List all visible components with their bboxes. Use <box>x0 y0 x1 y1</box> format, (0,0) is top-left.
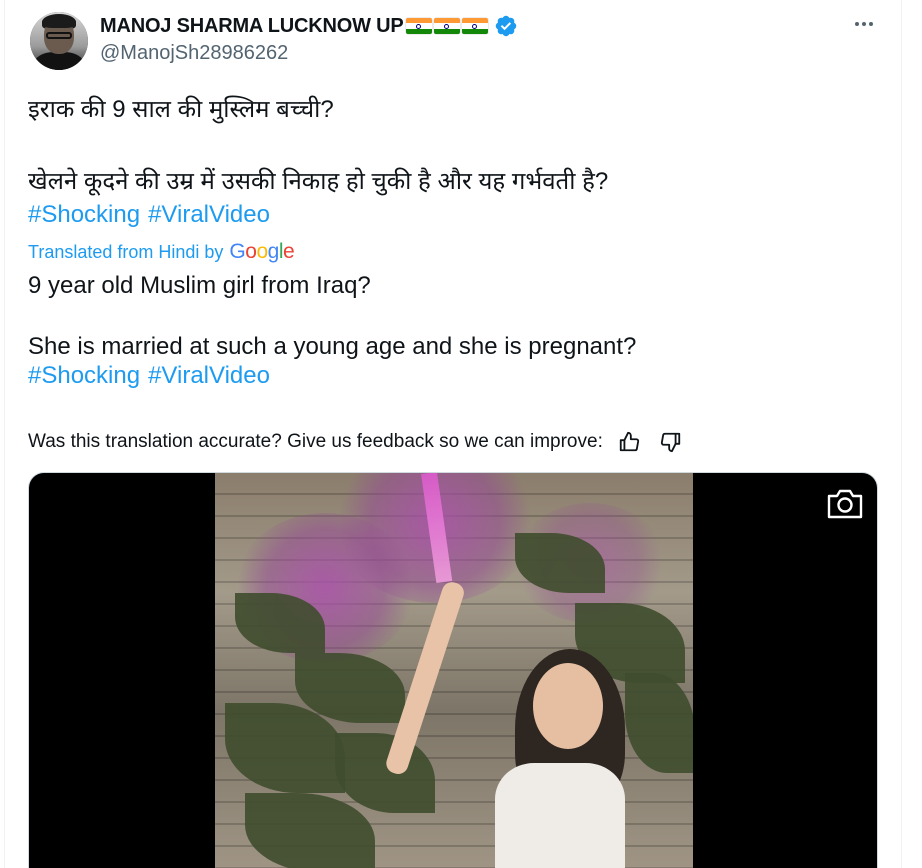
tweet-original-line-1: इराक की 9 साल की मुस्लिम बच्ची? <box>28 96 334 123</box>
tweet-translated-line-2: She is married at such a young age and s… <box>28 333 637 360</box>
translation-feedback: Was this translation accurate? Give us f… <box>28 428 683 456</box>
feedback-prompt: Was this translation accurate? Give us f… <box>28 431 603 452</box>
video-frame[interactable] <box>215 473 693 868</box>
hashtag-link[interactable]: #Shocking <box>28 201 140 228</box>
hashtag-link[interactable]: #ViralVideo <box>148 362 270 389</box>
tweet-translated-line-1: 9 year old Muslim girl from Iraq? <box>28 272 371 299</box>
india-flag-icon <box>405 18 432 34</box>
india-flag-icon <box>433 18 460 34</box>
tweet-original-line-2: खेलने कूदने की उम्र में उसकी निकाह हो चु… <box>28 168 609 195</box>
india-flag-icon <box>461 18 488 34</box>
author-avatar[interactable] <box>30 12 88 70</box>
hashtag-link[interactable]: #ViralVideo <box>148 201 270 228</box>
translated-label: Translated from Hindi by <box>28 241 224 262</box>
author-name-row[interactable]: MANOJ SHARMA LUCKNOW UP <box>100 12 518 40</box>
camera-icon[interactable] <box>825 487 865 521</box>
google-logo: Google <box>229 240 295 263</box>
video-player[interactable] <box>28 472 878 868</box>
translation-attribution: Translated from Hindi by Google <box>28 240 295 264</box>
author-display-name[interactable]: MANOJ SHARMA LUCKNOW UP <box>100 15 404 38</box>
tweet-hashtags-original: #Shocking #ViralVideo <box>28 201 278 229</box>
tweet-hashtags-translated: #Shocking #ViralVideo <box>28 362 278 390</box>
more-options-icon[interactable] <box>850 12 878 36</box>
author-handle[interactable]: @ManojSh28986262 <box>100 42 288 65</box>
hashtag-link[interactable]: #Shocking <box>28 362 140 389</box>
verified-badge-icon <box>495 15 516 37</box>
thumbs-down-icon[interactable] <box>659 430 683 454</box>
thumbs-up-icon[interactable] <box>617 430 641 454</box>
